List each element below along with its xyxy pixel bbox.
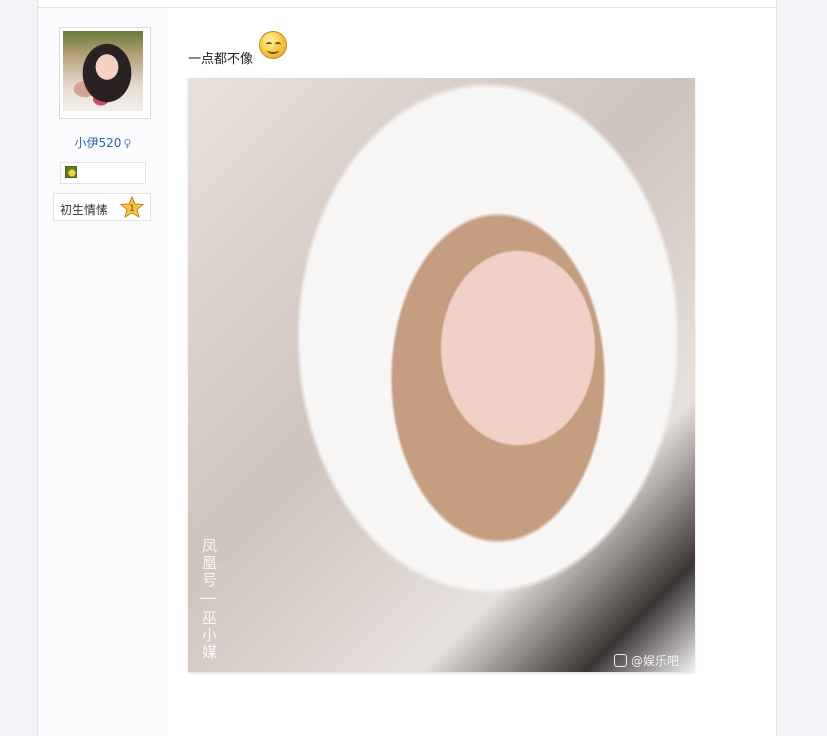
avatar-frame[interactable] xyxy=(59,27,151,119)
image-watermark-text: @娱乐吧 xyxy=(631,654,680,668)
smile-emoji-icon xyxy=(259,31,287,59)
image-watermark-right: @娱乐吧 xyxy=(614,652,679,669)
image-watermark-left: 凤凰号 | 巫小媒 xyxy=(200,538,218,661)
level-star-icon: 1 xyxy=(120,196,144,218)
post-container: 小伊520 ♀ 初生情愫 1 一点都不像 凤凰号 | 巫小媒 @娱乐吧 xyxy=(37,0,777,736)
level-number: 1 xyxy=(129,204,135,214)
avatar[interactable] xyxy=(63,31,143,111)
author-username-row: 小伊520 ♀ xyxy=(38,134,168,151)
post-text: 一点都不像 xyxy=(188,52,254,67)
emoji-mouth xyxy=(267,46,279,54)
badge-row[interactable] xyxy=(60,162,146,184)
instagram-icon xyxy=(614,654,627,667)
level-badge[interactable]: 初生情愫 1 xyxy=(53,193,151,221)
badge-icon[interactable] xyxy=(65,166,77,178)
post-image[interactable]: 凤凰号 | 巫小媒 @娱乐吧 xyxy=(188,78,695,672)
author-column: 小伊520 ♀ 初生情愫 1 xyxy=(38,8,168,736)
level-title: 初生情愫 xyxy=(60,203,109,217)
female-icon: ♀ xyxy=(123,137,132,150)
author-username[interactable]: 小伊520 xyxy=(75,136,122,150)
